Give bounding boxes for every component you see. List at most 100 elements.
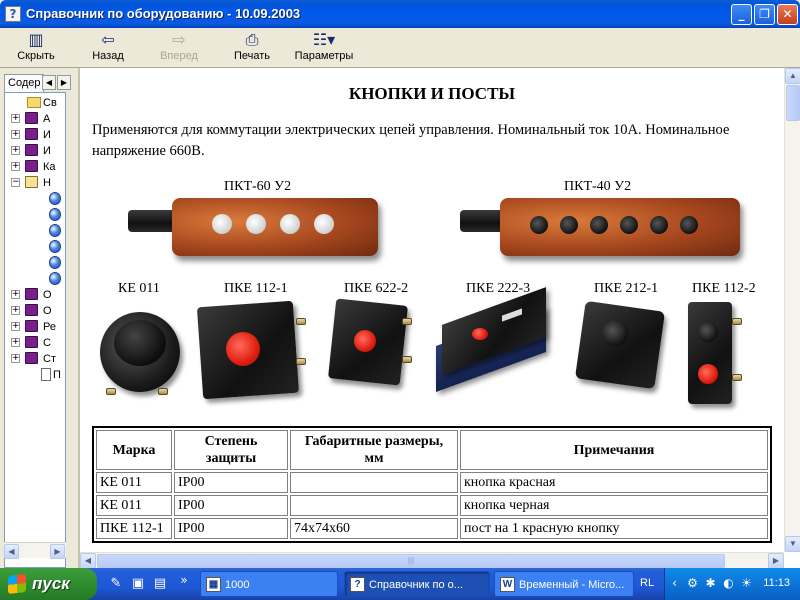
print-button[interactable]: ⎙ Печать (230, 30, 274, 62)
black-button-icon (602, 320, 628, 346)
page-icon (49, 256, 61, 269)
options-button[interactable]: ☷▾ Параметры (292, 30, 356, 62)
expand-icon[interactable]: + (11, 114, 20, 123)
scroll-right-icon[interactable]: ▶ (768, 553, 784, 569)
tree-item[interactable]: + О (5, 303, 65, 319)
tree-item[interactable]: П (5, 367, 65, 383)
page-icon (49, 272, 61, 285)
back-label: Назад (92, 50, 124, 62)
button-photo-pke-622-2 (328, 298, 420, 398)
terminal-screw (296, 318, 306, 325)
station-photo-pkt-60 (128, 196, 388, 268)
book-icon (25, 336, 38, 348)
black-button-icon (650, 216, 668, 234)
tree-item[interactable]: + С (5, 335, 65, 351)
language-indicator[interactable]: RL (640, 577, 654, 589)
cell-protection: IP00 (174, 495, 288, 516)
network-icon[interactable]: ⚙ (685, 576, 700, 591)
start-button[interactable]: пуск (0, 568, 97, 600)
taskbar-item-word[interactable]: W Временный - Micro... (494, 571, 634, 597)
terminal-screw (296, 358, 306, 365)
tree-item[interactable] (5, 239, 65, 255)
expand-icon[interactable]: + (11, 338, 20, 347)
calculator-icon[interactable]: ▤ (152, 576, 168, 592)
red-button-icon (354, 330, 376, 352)
scroll-down-icon[interactable]: ▼ (785, 536, 800, 552)
description-text: Применяются для коммутации электрических… (92, 122, 730, 159)
tree-item[interactable] (5, 191, 65, 207)
button-label: ПКЕ 212-1 (594, 281, 659, 296)
page-icon (49, 192, 61, 205)
tab-scroll-left-icon[interactable]: ◀ (42, 75, 56, 90)
tree-item[interactable] (5, 255, 65, 271)
expand-icon[interactable]: + (11, 354, 20, 363)
scroll-up-icon[interactable]: ▲ (785, 68, 800, 84)
hide-button[interactable]: ▥ Скрыть (14, 30, 58, 62)
expand-icon[interactable]: + (11, 322, 20, 331)
expand-icon[interactable]: + (11, 290, 20, 299)
expand-icon[interactable]: + (11, 162, 20, 171)
tree-item[interactable]: + И (5, 127, 65, 143)
maximize-button[interactable]: ❐ (754, 4, 775, 25)
taskbar-item-reference[interactable]: ? Справочник по о... (344, 571, 490, 597)
horizontal-scrollbar[interactable]: ◀ ||| ▶ (80, 552, 784, 569)
tree-item[interactable]: + И (5, 143, 65, 159)
tree-item[interactable]: + Ре (5, 319, 65, 335)
hide-pane-icon: ▥ (28, 30, 44, 49)
tree-scroll-right-icon[interactable]: ▶ (50, 544, 65, 559)
forward-label: Вперед (160, 50, 198, 62)
white-button-icon (212, 214, 232, 234)
tab-scroll-right-icon[interactable]: ▶ (57, 75, 71, 90)
tree-item[interactable]: + А (5, 111, 65, 127)
options-icon: ☷▾ (312, 30, 336, 49)
windows-logo-icon (8, 574, 26, 594)
tree-item[interactable]: + Ст (5, 351, 65, 367)
cable (128, 210, 178, 232)
tree-item[interactable]: + Ка (5, 159, 65, 175)
collapse-icon[interactable]: − (11, 178, 20, 187)
expand-icon[interactable]: + (11, 130, 20, 139)
forward-button[interactable]: ⇨ Вперед (156, 30, 202, 62)
back-button[interactable]: ⇦ Назад (88, 30, 128, 62)
tree-item[interactable] (5, 223, 65, 239)
taskbar-item-1000[interactable]: ▦ 1000 (200, 571, 338, 597)
antivirus-icon[interactable]: ✱ (703, 576, 718, 591)
vertical-scrollbar[interactable]: ▲ ▼ (784, 68, 800, 552)
close-button[interactable]: ✕ (777, 4, 798, 25)
cell-notes: кнопка красная (460, 472, 768, 493)
tree-scroll-left-icon[interactable]: ◀ (4, 544, 19, 559)
minimize-button[interactable]: _ (731, 4, 752, 25)
tree-horizontal-scrollbar[interactable]: ◀ ▶ (4, 542, 66, 559)
vertical-scroll-thumb[interactable] (786, 85, 800, 121)
tree-item-label: П (53, 369, 61, 381)
tree-item[interactable]: − Н (5, 175, 65, 191)
tree-item[interactable] (5, 271, 65, 287)
button-housing (688, 302, 732, 404)
red-button-icon (472, 328, 488, 340)
contents-tree: Св + А + И + И + Ка − Н + О + О + Ре + С + Ст П (4, 92, 66, 568)
document-icon (41, 368, 51, 381)
save-disk-icon[interactable]: ▣ (130, 576, 146, 592)
tree-item[interactable] (5, 207, 65, 223)
black-button-icon (620, 216, 638, 234)
expand-icon[interactable]: + (11, 146, 20, 155)
cell-notes: кнопка черная (460, 495, 768, 516)
tree-item[interactable]: + О (5, 287, 65, 303)
pencil-icon[interactable]: ✎ (108, 576, 124, 592)
expand-icon[interactable]: + (11, 306, 20, 315)
tree-item-label: О (43, 305, 52, 317)
title-bar: ? Справочник по оборудованию - 10.09.200… (0, 0, 800, 28)
tray-collapse-icon[interactable]: ‹ (667, 576, 682, 591)
task-label: 1000 (225, 579, 250, 591)
tab-contents[interactable]: Содер (4, 74, 44, 92)
folder-icon (27, 97, 41, 108)
quicklaunch-more-icon[interactable]: » (176, 572, 192, 588)
bug-icon[interactable]: ☀ (739, 576, 754, 591)
tree-item[interactable]: Св (5, 95, 65, 111)
tree-item-label: Н (43, 177, 51, 189)
button-photo-pke-112-1 (196, 298, 316, 408)
volume-icon[interactable]: ◐ (721, 576, 736, 591)
horizontal-scroll-thumb[interactable]: ||| (97, 554, 725, 568)
scroll-left-icon[interactable]: ◀ (80, 553, 96, 569)
start-label: пуск (32, 574, 70, 593)
